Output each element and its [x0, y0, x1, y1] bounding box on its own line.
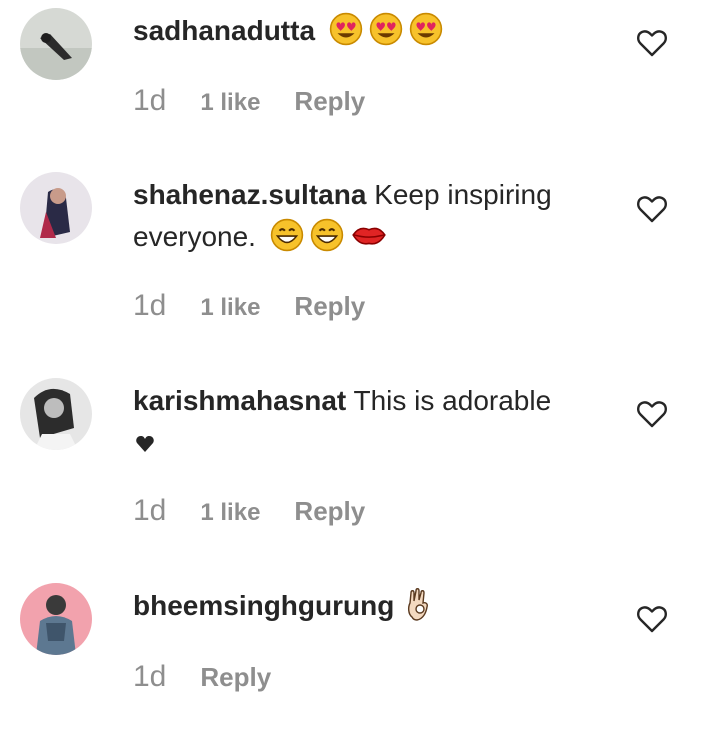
comment-meta: 1d 1 like Reply	[133, 289, 365, 323]
reply-button[interactable]: Reply	[294, 291, 365, 321]
comment-meta: 1d 1 like Reply	[133, 84, 365, 118]
comment-body: sadhanadutta	[133, 10, 593, 52]
avatar[interactable]	[20, 583, 92, 655]
comment-meta: 1d 1 like Reply	[133, 494, 365, 528]
like-heart-icon[interactable]	[636, 399, 668, 429]
reply-button[interactable]: Reply	[200, 662, 271, 692]
comment-body: karishmahasnat This is adorable	[133, 380, 593, 464]
avatar[interactable]	[20, 8, 92, 80]
comment-meta: 1d Reply	[133, 660, 271, 694]
ok-hand-emoji-icon	[404, 587, 432, 623]
like-heart-icon[interactable]	[636, 28, 668, 58]
comment-username[interactable]: karishmahasnat	[133, 385, 346, 416]
comment-text: This is adorable	[353, 385, 552, 416]
comment-likes[interactable]: 1 like	[200, 89, 260, 116]
comment-likes[interactable]: 1 like	[200, 499, 260, 526]
comment-timestamp[interactable]: 1d	[133, 289, 166, 322]
like-heart-icon[interactable]	[636, 194, 668, 224]
grinning-emoji-icon	[310, 218, 344, 252]
comment-body: shahenaz.sultana Keep inspiring everyone…	[133, 174, 593, 258]
reply-button[interactable]: Reply	[294, 86, 365, 116]
like-heart-icon[interactable]	[636, 604, 668, 634]
comment-likes[interactable]: 1 like	[200, 294, 260, 321]
heart-eyes-emoji-icon	[369, 12, 403, 46]
lips-emoji-icon	[350, 218, 388, 252]
black-heart-emoji-icon	[135, 434, 155, 454]
grinning-emoji-icon	[270, 218, 304, 252]
avatar[interactable]	[20, 378, 92, 450]
heart-eyes-emoji-icon	[409, 12, 443, 46]
comment-username[interactable]: bheemsinghgurung	[133, 590, 394, 621]
comment-timestamp[interactable]: 1d	[133, 494, 166, 527]
comment-username[interactable]: shahenaz.sultana	[133, 179, 366, 210]
comment-timestamp[interactable]: 1d	[133, 660, 166, 693]
comment-timestamp[interactable]: 1d	[133, 84, 166, 117]
avatar[interactable]	[20, 172, 92, 244]
reply-button[interactable]: Reply	[294, 496, 365, 526]
comment-username[interactable]: sadhanadutta	[133, 15, 315, 46]
comment-body: bheemsinghgurung	[133, 585, 593, 627]
heart-eyes-emoji-icon	[329, 12, 363, 46]
